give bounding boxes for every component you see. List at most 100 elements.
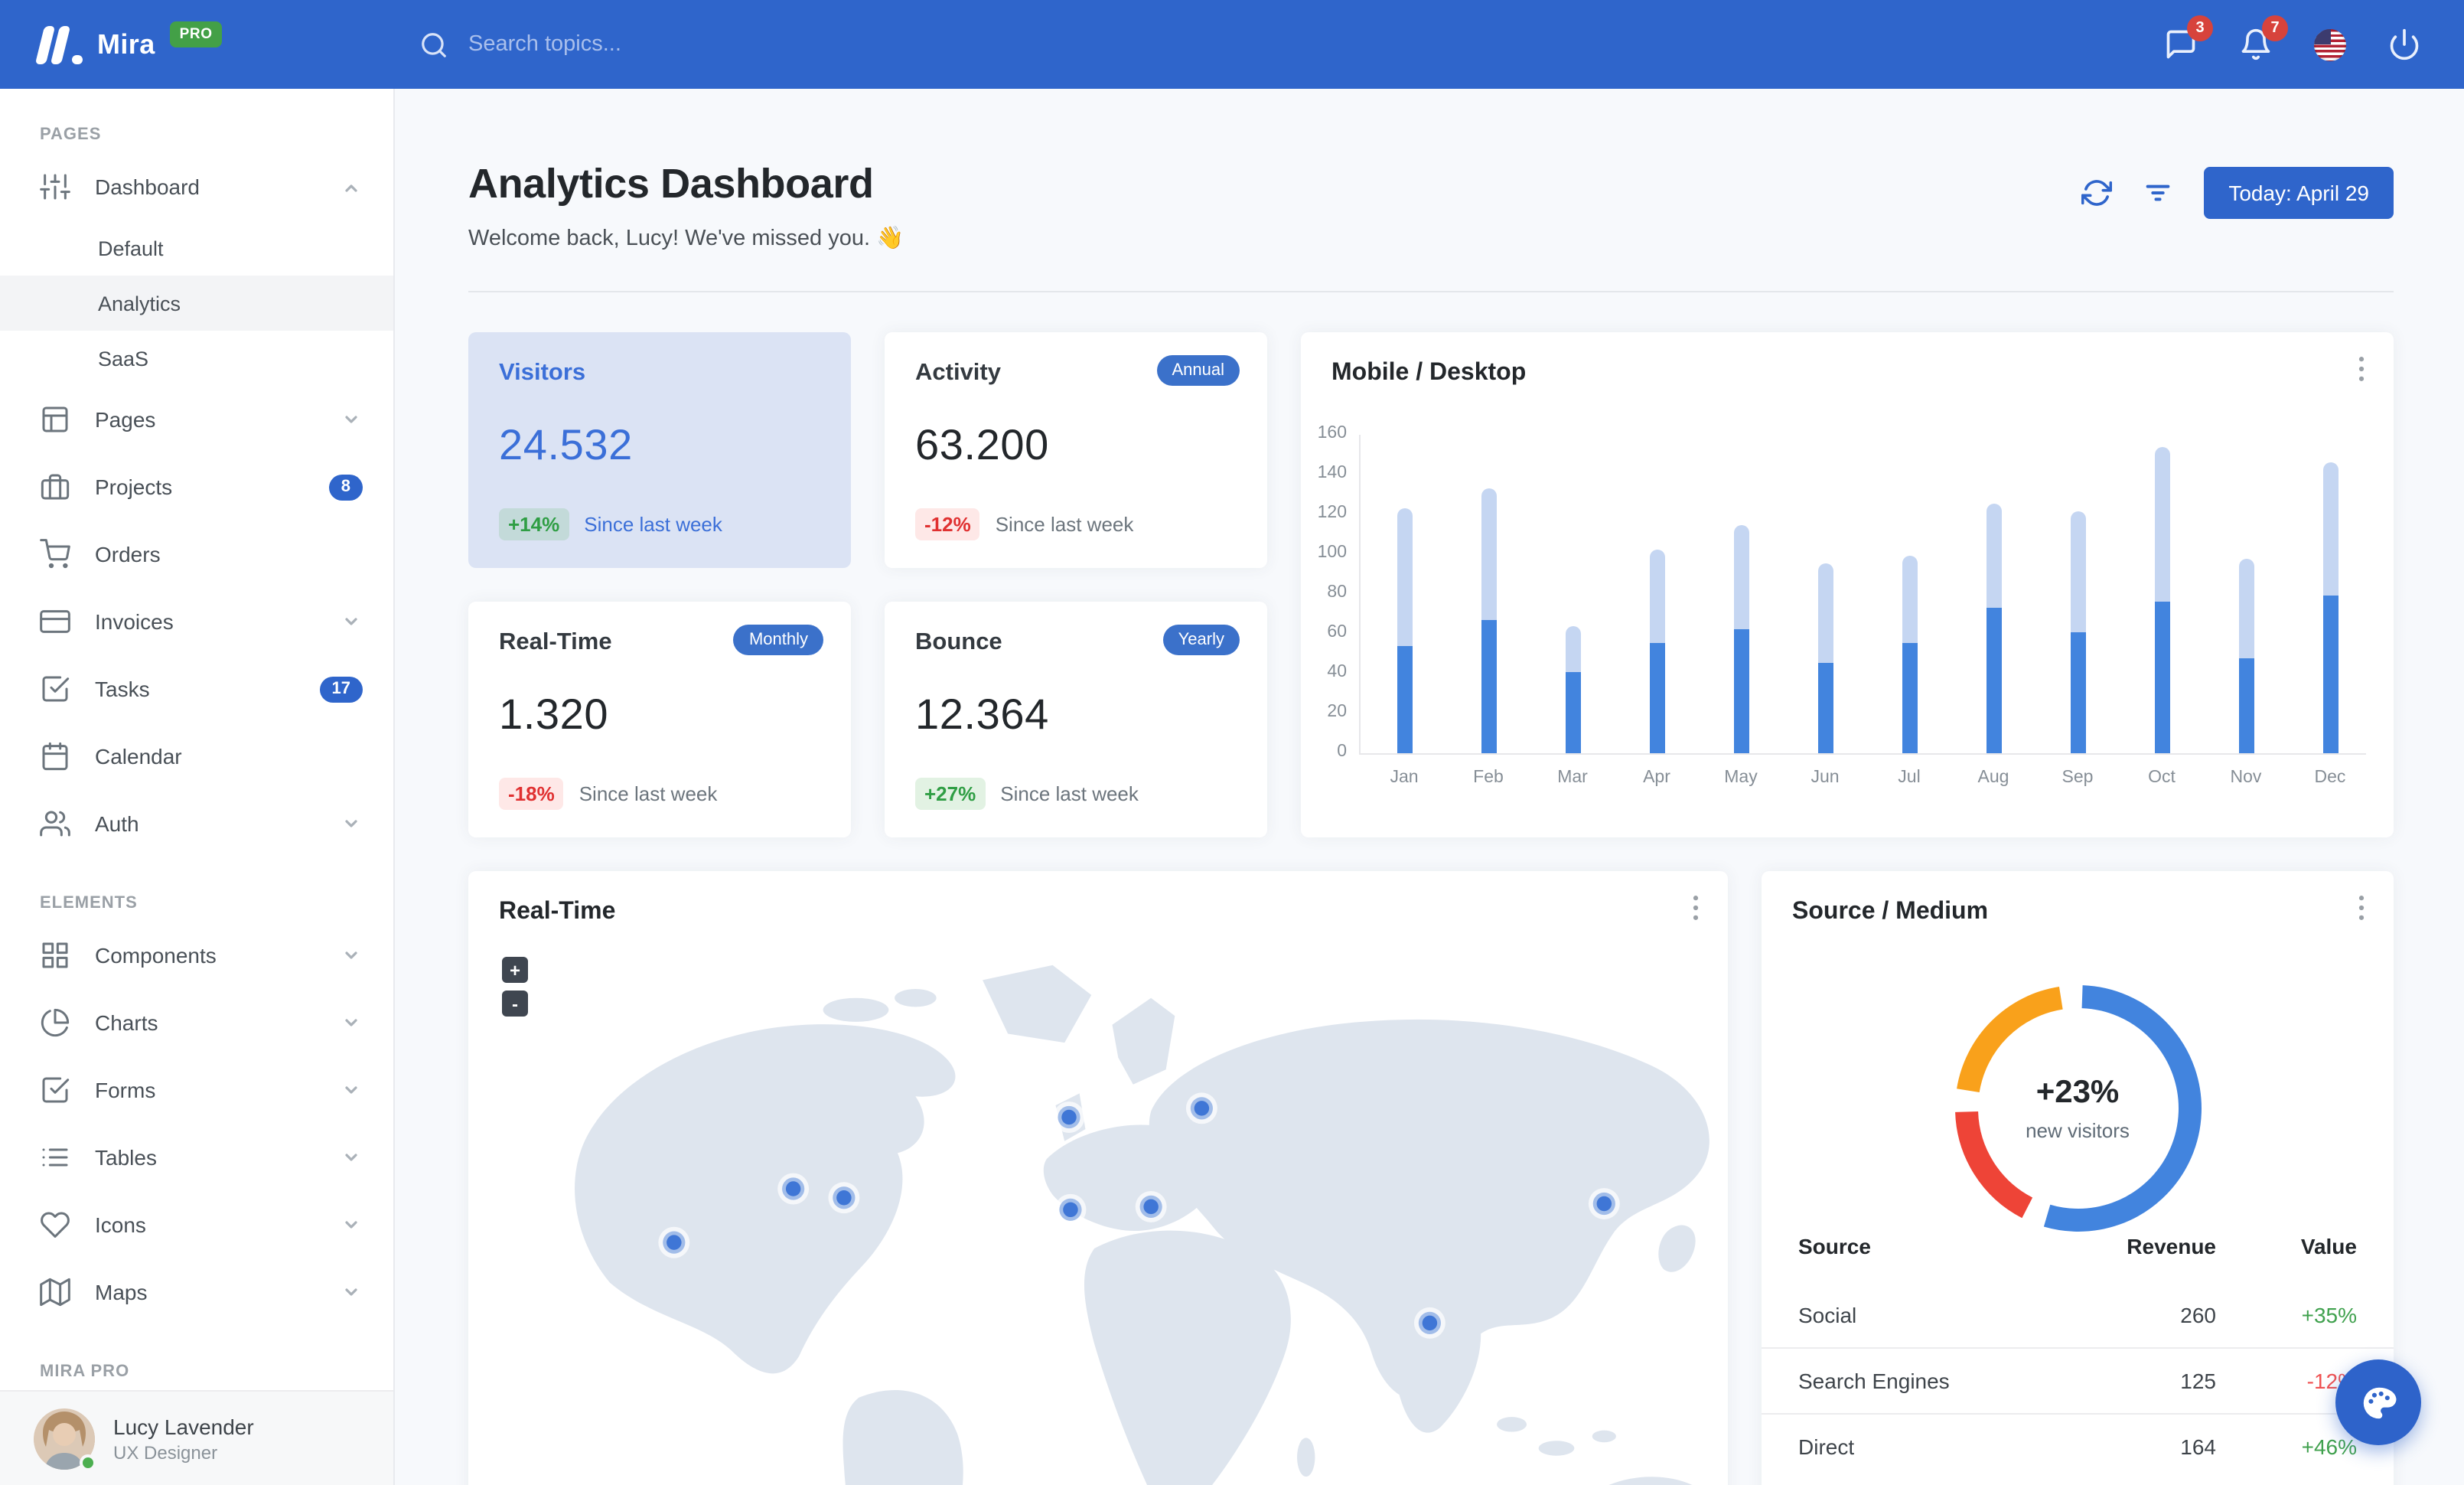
source-medium-title: Source / Medium [1792,899,1989,925]
refresh-icon[interactable] [2081,178,2113,208]
sidebar-item-components[interactable]: Components [0,922,393,989]
x-axis-label: Jun [1811,769,1840,787]
messages-badge: 3 [2187,15,2213,41]
bar-dec[interactable] [2288,435,2372,753]
page-header: Analytics Dashboard Welcome back, Lucy! … [468,161,2394,251]
period-badge[interactable]: Annual [1156,355,1240,386]
period-badge[interactable]: Monthly [733,625,823,655]
header-actions: Today: April 29 [2081,167,2394,219]
bar-jun[interactable] [1783,435,1867,753]
sidebar-item-tasks[interactable]: Tasks 17 [0,655,393,723]
map-marker-7[interactable] [1185,1092,1217,1124]
online-status-dot [80,1454,96,1470]
donut-center-label: new visitors [2026,1119,2130,1142]
bar-segment-mobile [1565,672,1580,753]
sidebar-item-invoices[interactable]: Invoices [0,588,393,655]
y-axis-label: 120 [1317,504,1347,522]
bar-segment-desktop [1733,525,1749,629]
sidebar-item-projects[interactable]: Projects 8 [0,453,393,521]
filter-icon[interactable] [2143,178,2173,208]
sidebar-item-forms[interactable]: Forms [0,1056,393,1124]
stat-value: 24.532 [499,421,633,468]
sidebar-item-auth[interactable]: Auth [0,790,393,857]
sidebar-user-card[interactable]: Lucy Lavender UX Designer [0,1390,393,1485]
period-badge[interactable]: Yearly [1162,625,1240,655]
grid-icon [40,940,70,971]
donut-center-value: +23% [2035,1075,2120,1110]
map-marker-3[interactable] [828,1182,860,1214]
bar-jan[interactable] [1362,435,1446,753]
bar-feb[interactable] [1446,435,1530,753]
language-flag-us-icon[interactable] [2314,28,2346,60]
search-input[interactable] [468,32,958,57]
sidebar-subitem-default[interactable]: Default [0,220,393,276]
chevron-down-icon [340,408,363,431]
sign-out-button[interactable] [2387,28,2421,61]
zoom-out-button[interactable]: - [502,991,528,1017]
sidebar-item-calendar[interactable]: Calendar [0,723,393,790]
chevron-down-icon [340,812,363,835]
sidebar-subitem-saas[interactable]: SaaS [0,331,393,386]
world-map[interactable] [468,932,1728,1485]
bar-segment-mobile [1986,608,2001,753]
bar-segment-mobile [2154,602,2169,753]
map-marker-2[interactable] [777,1173,810,1205]
map-marker-4[interactable] [1053,1102,1085,1133]
stat-card-visitors: Visitors 24.532 +14% Since last week [468,332,851,568]
zoom-in-button[interactable]: + [502,957,528,983]
sidebar-item-label: Calendar [95,744,182,769]
stat-delta-chip: -12% [915,508,980,540]
sidebar-item-tables[interactable]: Tables [0,1124,393,1191]
pie-chart-icon [41,1008,70,1037]
sidebar-item-label: Dashboard [95,175,200,199]
app-root: Mira PRO 3 7 PAGESDashboardDefaultAnalyt… [0,0,2464,1485]
sidebar-item-maps[interactable]: Maps [0,1258,393,1326]
bar-oct[interactable] [2120,435,2204,753]
y-axis-label: 80 [1327,583,1347,602]
bar-mar[interactable] [1530,435,1615,753]
bar-segment-desktop [2238,559,2254,658]
palette-icon [2362,1386,2396,1418]
kebab-menu-icon[interactable] [2345,352,2378,386]
bar-may[interactable] [1699,435,1783,753]
sidebar-item-label: Tables [95,1145,157,1170]
sidebar-item-icons[interactable]: Icons [0,1191,393,1258]
bar-nov[interactable] [2204,435,2288,753]
lower-row: Real-Time + - Source / Medium +23% new v… [468,871,2394,1485]
sidebar-item-charts[interactable]: Charts [0,989,393,1056]
chart-title: Mobile / Desktop [1331,360,1527,386]
sidebar-item-label: Projects [95,475,173,499]
source-row-direct: Direct 164 +46% [1762,1413,2394,1479]
kebab-menu-icon[interactable] [2345,891,2378,925]
column-header: Value [2300,1234,2357,1258]
map-marker-8[interactable] [1413,1307,1445,1339]
map-marker-6[interactable] [1135,1190,1167,1222]
map-marker-9[interactable] [1588,1188,1620,1219]
sidebar-item-pages[interactable]: Pages [0,386,393,453]
theme-settings-fab[interactable] [2335,1359,2421,1445]
bar-segment-mobile [2070,632,2085,753]
map-marker-1[interactable] [658,1226,690,1258]
sidebar-item-orders[interactable]: Orders [0,521,393,588]
notifications-button[interactable]: 7 [2239,15,2288,61]
bar-segment-mobile [1902,643,1917,753]
brand-logo[interactable]: Mira PRO [0,21,395,64]
check-square-icon [40,674,70,704]
map-marker-5[interactable] [1054,1193,1087,1226]
bar-apr[interactable] [1615,435,1699,753]
x-axis-label: Jan [1390,769,1419,787]
messages-button[interactable]: 3 [2164,15,2213,61]
bar-aug[interactable] [1951,435,2035,753]
bar-jul[interactable] [1867,435,1951,753]
source-medium-card: Source / Medium +23% new visitors Source… [1762,871,2394,1485]
bar-sep[interactable] [2035,435,2120,753]
sidebar-item-dashboard[interactable]: Dashboard [0,153,393,220]
kebab-menu-icon[interactable] [1679,891,1713,925]
sidebar-subitem-analytics[interactable]: Analytics [0,276,393,331]
chevron-down-icon [340,1079,363,1102]
date-range-button[interactable]: Today: April 29 [2204,167,2394,219]
map-icon [40,1277,70,1307]
stat-value: 12.364 [915,690,1049,738]
stat-note: Since last week [584,513,722,536]
sidebar-item-label: Icons [95,1212,146,1237]
